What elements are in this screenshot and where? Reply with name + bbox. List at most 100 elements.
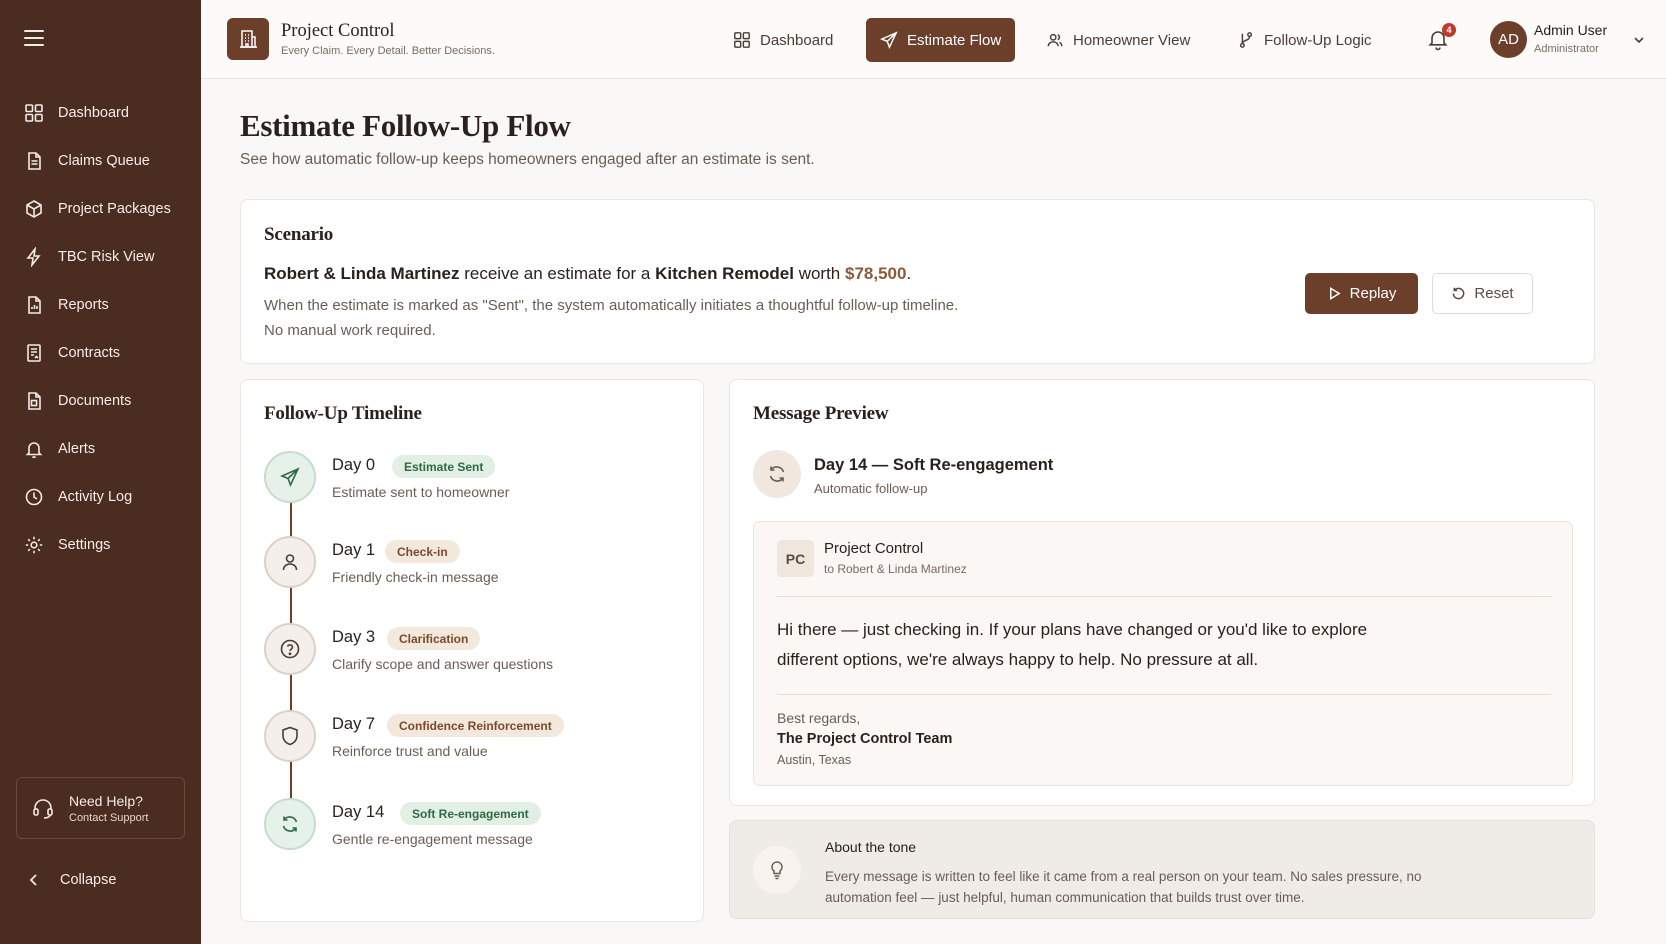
message-bubble: PC Project Control to Robert & Linda Mar… (753, 521, 1573, 786)
message-sender: Project Control (824, 540, 924, 557)
timeline-node (264, 536, 316, 588)
sidebar-item-tbc-risk-view[interactable]: TBC Risk View (0, 233, 201, 281)
help-title: Need Help? (69, 792, 143, 809)
sidebar-item-activity-log[interactable]: Activity Log (0, 473, 201, 521)
timeline-tag: Check-in (385, 540, 460, 563)
tab-homeowner-view[interactable]: Homeowner View (1032, 18, 1204, 62)
replay-label: Replay (1349, 285, 1397, 302)
grid-icon (25, 104, 43, 122)
estimate-amount: $78,500 (845, 264, 907, 283)
question-icon (280, 639, 300, 659)
customer-names: Robert & Linda Martinez (264, 264, 460, 283)
timeline-day: Day 0 (332, 456, 376, 474)
reset-label: Reset (1474, 285, 1514, 302)
timeline-desc: Friendly check-in message (332, 569, 499, 585)
scenario-card: Scenario Robert & Linda Martinez receive… (240, 199, 1595, 364)
chevron-left-icon (29, 874, 37, 886)
sidebar-item-label: Alerts (58, 441, 96, 457)
sidebar-item-label: Documents (58, 393, 132, 409)
scenario-text: receive an estimate for a (459, 264, 656, 283)
play-icon (1329, 287, 1341, 300)
notification-badge: 4 (1442, 23, 1456, 37)
bell-icon (25, 442, 43, 459)
preview-title: Message Preview (753, 403, 889, 424)
avatar[interactable]: AD (1490, 21, 1527, 58)
timeline-title: Follow-Up Timeline (264, 403, 422, 424)
timeline-step-day-7[interactable]: Day 7 Confidence Reinforcement Reinforce… (264, 710, 684, 770)
timeline-tag: Clarification (387, 627, 481, 650)
sidebar-item-settings[interactable]: Settings (0, 521, 201, 569)
divider (777, 694, 1551, 695)
tab-follow-up-logic[interactable]: Follow-Up Logic (1223, 18, 1386, 62)
refresh-icon (282, 816, 298, 832)
preview-step-node (753, 450, 801, 498)
menu-icon[interactable] (24, 30, 44, 46)
timeline-step-day-14[interactable]: Day 14 Soft Re-engagement Gentle re-enga… (264, 798, 684, 858)
sidebar-nav: Dashboard Claims Queue Project Packages … (0, 89, 201, 569)
tab-estimate-flow[interactable]: Estimate Flow (866, 18, 1016, 62)
scenario-note: No manual work required. (264, 322, 436, 339)
sidebar-item-dashboard[interactable]: Dashboard (0, 89, 201, 137)
sidebar-item-documents[interactable]: Documents (0, 377, 201, 425)
timeline-tag: Soft Re-engagement (400, 802, 541, 825)
scenario-title: Scenario (264, 224, 334, 245)
timeline-desc: Gentle re-engagement message (332, 831, 533, 847)
timeline-step-day-3[interactable]: Day 3 Clarification Clarify scope and an… (264, 623, 684, 683)
timeline-node (264, 798, 316, 850)
sidebar-item-label: Settings (58, 537, 111, 553)
document-icon (28, 152, 41, 170)
help-card[interactable]: Need Help? Contact Support (16, 777, 185, 839)
tab-dashboard[interactable]: Dashboard (719, 18, 847, 62)
building-icon[interactable] (227, 18, 269, 60)
reset-button[interactable]: Reset (1432, 273, 1533, 314)
sidebar-item-contracts[interactable]: Contracts (0, 329, 201, 377)
tab-label: Estimate Flow (907, 31, 1002, 49)
contract-icon (27, 344, 41, 362)
tone-text: Every message is written to feel like it… (825, 869, 1422, 905)
user-icon (282, 554, 298, 571)
sidebar-item-claims-queue[interactable]: Claims Queue (0, 137, 201, 185)
sidebar-item-reports[interactable]: Reports (0, 281, 201, 329)
tab-label: Follow-Up Logic (1264, 31, 1372, 49)
timeline-step-day-1[interactable]: Day 1 Check-in Friendly check-in message (264, 536, 684, 596)
sender-avatar: PC (777, 540, 814, 577)
sidebar-item-project-packages[interactable]: Project Packages (0, 185, 201, 233)
clock-icon (25, 488, 43, 506)
sidebar-item-label: Reports (58, 297, 109, 313)
sidebar-item-label: Claims Queue (58, 153, 150, 169)
timeline-tag: Estimate Sent (392, 455, 496, 478)
project-type: Kitchen Remodel (655, 264, 794, 283)
help-subtitle: Contact Support (69, 811, 149, 824)
timeline-tag: Confidence Reinforcement (387, 714, 564, 737)
grid-icon (734, 32, 750, 48)
message-signoff: Best regards, (777, 710, 861, 726)
sidebar-item-label: Contracts (58, 345, 121, 361)
package-icon (26, 200, 42, 218)
gear-icon (25, 536, 43, 554)
message-signature: The Project Control Team (777, 731, 953, 747)
branch-icon (1239, 32, 1253, 48)
page-subtitle: See how automatic follow-up keeps homeow… (240, 151, 815, 168)
timeline-day: Day 14 (332, 803, 385, 821)
tone-node (753, 846, 801, 894)
timeline-step-day-0[interactable]: Day 0 Estimate Sent Estimate sent to hom… (264, 451, 684, 511)
sidebar-item-alerts[interactable]: Alerts (0, 425, 201, 473)
tab-label: Dashboard (760, 31, 834, 49)
users-icon (1047, 33, 1063, 47)
timeline-node (264, 710, 316, 762)
timeline-day: Day 7 (332, 715, 376, 733)
message-recipient: to Robert & Linda Martinez (824, 562, 967, 576)
brand-title: Project Control (281, 21, 395, 41)
collapse-label: Collapse (60, 872, 117, 888)
divider (777, 596, 1551, 597)
page-title: Estimate Follow-Up Flow (240, 108, 571, 143)
collapse-button[interactable]: Collapse (26, 872, 116, 888)
refresh-icon (769, 466, 785, 482)
replay-button[interactable]: Replay (1305, 273, 1418, 314)
timeline-desc: Clarify scope and answer questions (332, 656, 554, 672)
send-icon (880, 31, 898, 49)
timeline-node (264, 451, 316, 503)
chevron-down-icon[interactable] (1632, 33, 1646, 47)
sidebar-item-label: Dashboard (58, 105, 129, 121)
scenario-summary: Robert & Linda Martinez receive an estim… (264, 264, 911, 284)
